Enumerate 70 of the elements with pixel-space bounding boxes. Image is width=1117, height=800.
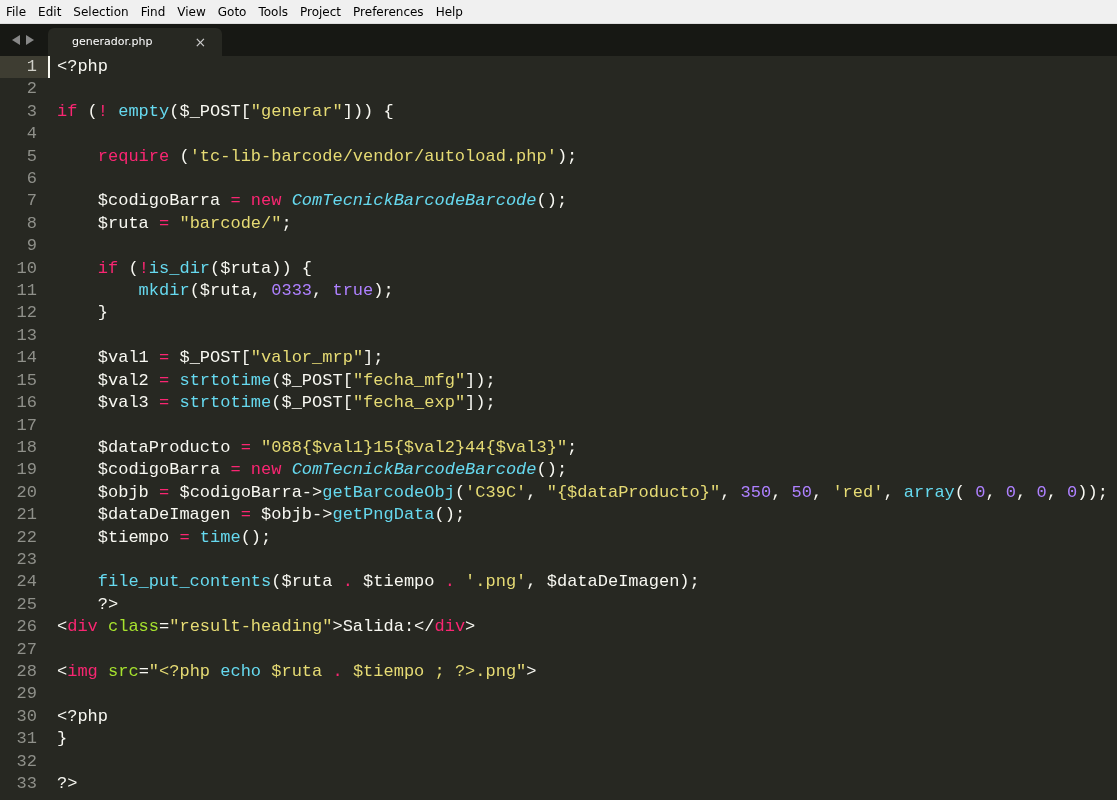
menu-item[interactable]: View: [171, 0, 212, 24]
code-line: if (!is_dir($ruta)) {: [96, 257, 313, 280]
menu-item[interactable]: Project: [294, 0, 348, 24]
code-line: }: [56, 728, 68, 751]
line-number: 9: [25, 235, 38, 258]
line-number: 26: [15, 616, 38, 639]
line-number: 15: [15, 369, 38, 392]
line-number: 32: [15, 750, 38, 773]
line-number: 1: [0, 56, 48, 79]
line-number: 25: [15, 593, 38, 616]
menu-item[interactable]: Help: [429, 0, 469, 24]
line-number: 11: [15, 280, 38, 303]
code-line: require ('tc-lib-barcode/vendor/autoload.php');: [96, 145, 578, 168]
code-line: }: [96, 302, 108, 325]
code-line: if (! empty($_POST["generar"])) {: [56, 100, 394, 123]
navigation-arrows-icon[interactable]: [12, 35, 34, 45]
line-number: 3: [25, 100, 38, 123]
code-line: $codigoBarra = new ComTecnickBarcodeBarcode();: [96, 190, 568, 213]
line-number: 29: [15, 683, 38, 706]
code-line: <?php: [48, 56, 108, 79]
code-line: mkdir($ruta, 0333, true);: [137, 280, 394, 303]
menu-item[interactable]: Tools: [252, 0, 294, 24]
line-number: 28: [15, 660, 38, 683]
code-line: $tiempo = time();: [96, 526, 272, 549]
line-number: 33: [15, 773, 38, 795]
line-number: 23: [15, 548, 38, 571]
line-number: 6: [25, 168, 38, 191]
menu-item[interactable]: Goto: [211, 0, 253, 24]
line-number: 27: [15, 638, 38, 661]
menu-item[interactable]: Preferences: [347, 0, 430, 24]
code-line: <img src="<?php echo $ruta . $tiempo ; ?>.png">: [56, 660, 537, 683]
line-number: 24: [15, 571, 38, 594]
menu-item[interactable]: File: [0, 0, 33, 24]
code-line: $val2 = strtotime($_POST["fecha_mfg"]);: [96, 369, 496, 392]
file-tab[interactable]: generador.php ×: [48, 28, 223, 56]
line-number: 18: [15, 436, 38, 459]
line-number: 5: [25, 145, 38, 168]
line-number: 12: [15, 302, 38, 325]
code-line: $val1 = $_POST["valor_mrp"];: [96, 347, 384, 370]
code-line: $dataProducto = "088{$val1}15{$val2}44{$val3}";: [96, 436, 578, 459]
line-number: 19: [15, 459, 38, 482]
menu-item[interactable]: Edit: [32, 0, 68, 24]
close-icon[interactable]: ×: [194, 31, 207, 53]
line-number: 13: [15, 324, 38, 347]
line-number: 10: [15, 257, 38, 280]
line-number: 14: [15, 347, 38, 370]
line-number: 22: [15, 526, 38, 549]
line-number: 31: [15, 728, 38, 751]
code-line: $val3 = strtotime($_POST["fecha_exp"]);: [96, 392, 496, 415]
code-line: $objb = $codigoBarra->getBarcodeObj('C39C', "{$dataProducto}", 350, 50, 'red', array( 0, 0, 0, 0));: [96, 481, 1108, 504]
line-number: 4: [25, 123, 38, 146]
menu-item[interactable]: Selection: [67, 0, 135, 24]
code-line: $ruta = "barcode/";: [96, 212, 292, 235]
code-line: $dataDeImagen = $objb->getPngData();: [96, 504, 466, 527]
line-number: 7: [25, 190, 38, 213]
line-number: 2: [25, 78, 38, 101]
code-line: file_put_contents($ruta . $tiempo . '.png', $dataDeImagen);: [96, 571, 700, 594]
line-number: 17: [15, 414, 38, 437]
line-number: 8: [25, 212, 38, 235]
code-line: <div class="result-heading">Salida:</div>: [56, 616, 476, 639]
menu-item[interactable]: Find: [134, 0, 172, 24]
code-line: ?>: [56, 773, 78, 795]
line-number: 20: [15, 481, 38, 504]
code-line: <?php: [56, 705, 108, 728]
line-number: 16: [15, 392, 38, 415]
line-number: 21: [15, 504, 38, 527]
code-line: ?>: [96, 593, 119, 616]
code-line: $codigoBarra = new ComTecnickBarcodeBarcode();: [96, 459, 568, 482]
tab-title: generador.php: [72, 33, 153, 50]
line-number: 30: [15, 705, 38, 728]
